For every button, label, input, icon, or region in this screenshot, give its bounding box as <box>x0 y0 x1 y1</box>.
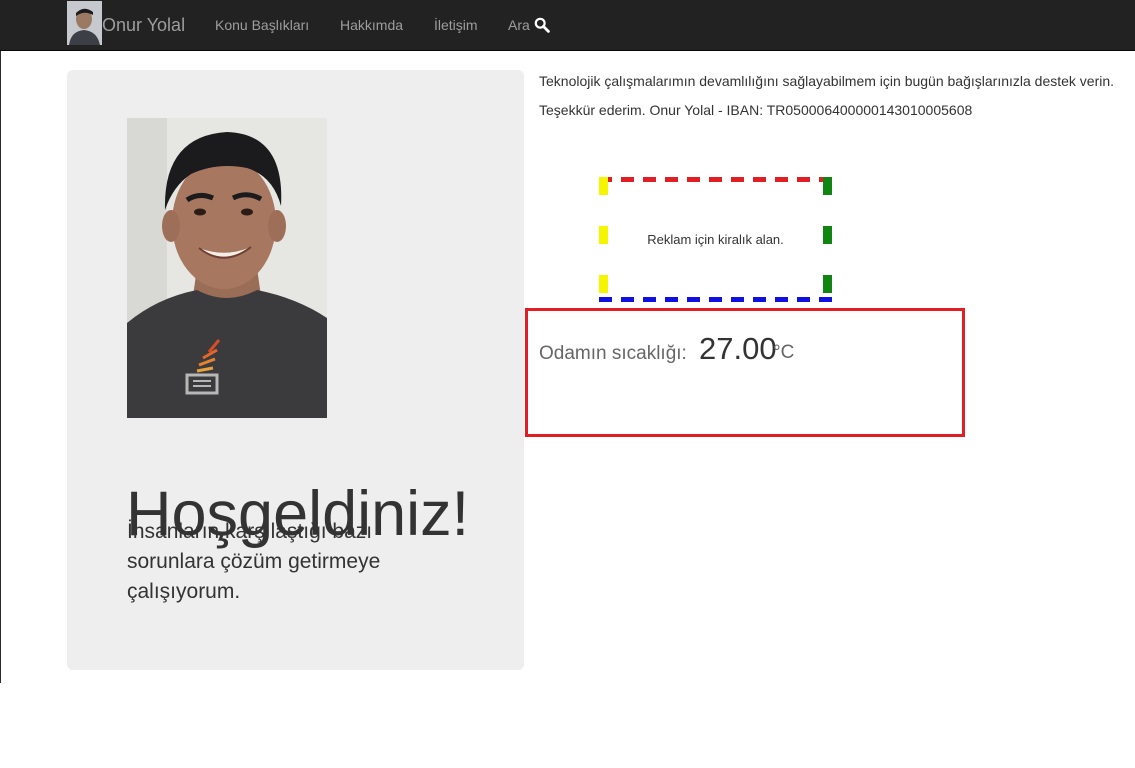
nav-konu-basliklari[interactable]: Konu Başlıkları <box>215 17 309 33</box>
brand-name[interactable]: Onur Yolal <box>102 15 185 35</box>
brand-avatar[interactable] <box>67 1 102 45</box>
welcome-panel: Hoşgeldiniz! İnsanların karşılaştığı baz… <box>67 70 524 670</box>
welcome-text: İnsanların karşılaştığı bazı sorunlara ç… <box>127 520 381 603</box>
nav-iletisim[interactable]: İletişim <box>434 17 478 33</box>
temperature-unit: °C <box>773 342 795 363</box>
temperature-value: 27.00 <box>699 331 777 366</box>
search-icon[interactable] <box>534 17 550 33</box>
profile-photo <box>127 118 327 418</box>
temperature-box: Odamın sıcaklığı: 27.00 °C <box>525 308 965 437</box>
page-left-edge <box>0 50 1 683</box>
avatar-photo <box>67 1 102 45</box>
iban-text: Teşekkür ederim. Onur Yolal - IBAN: TR05… <box>539 102 973 118</box>
donation-text: Teknolojik çalışmalarımın devamlılığını … <box>539 73 1115 89</box>
temperature-label: Odamın sıcaklığı: <box>539 343 687 364</box>
ad-label: Reklam için kiralık alan. <box>647 232 784 247</box>
nav-ara[interactable]: Ara <box>508 17 530 33</box>
nav-hakkimda[interactable]: Hakkımda <box>340 17 403 33</box>
top-navbar: Onur Yolal Konu Başlıkları Hakkımda İlet… <box>0 0 1135 51</box>
ad-space[interactable]: Reklam için kiralık alan. <box>599 177 832 302</box>
